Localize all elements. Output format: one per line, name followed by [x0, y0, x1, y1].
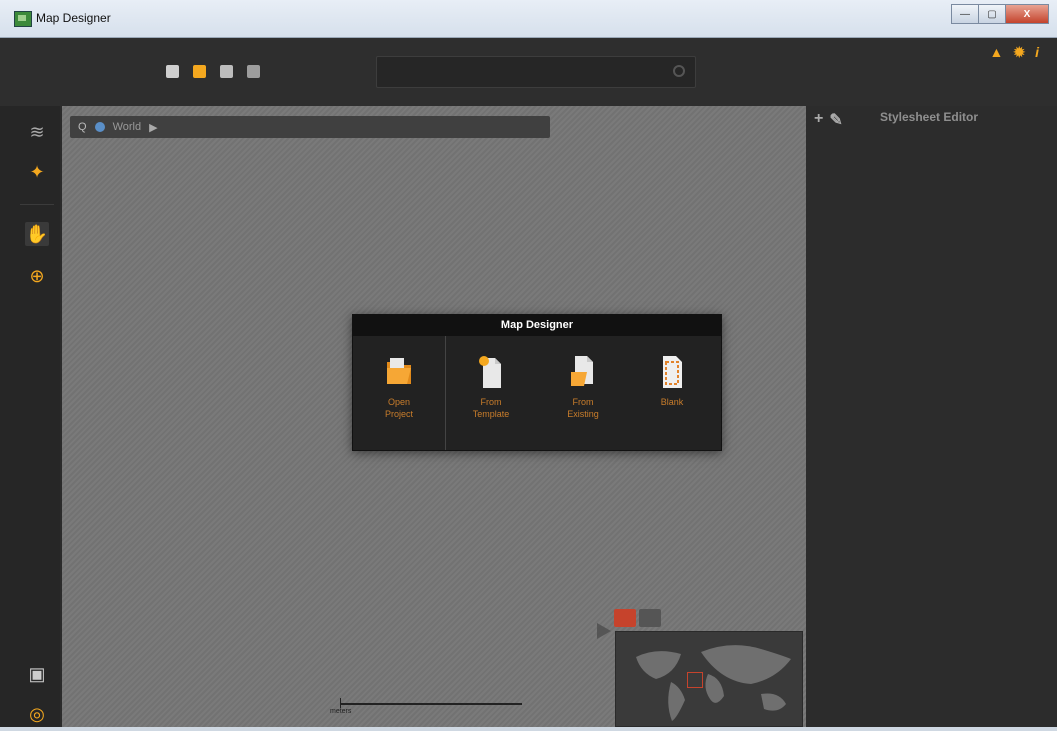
- scale-bar: [340, 703, 522, 705]
- window-title: Map Designer: [36, 11, 111, 25]
- zoom-icon[interactable]: ⊕: [25, 264, 49, 288]
- globe-icon: [94, 122, 105, 132]
- settings-icon[interactable]: ✹: [1013, 44, 1025, 61]
- breadcrumb: Q World ▶: [70, 116, 550, 138]
- save-icon[interactable]: [220, 65, 233, 78]
- close-button[interactable]: X: [1005, 4, 1049, 24]
- breadcrumb-world[interactable]: World: [113, 121, 142, 133]
- minimap-viewport[interactable]: [687, 672, 703, 688]
- map-canvas[interactable]: Q World ▶ Map Designer Open Project From…: [62, 106, 806, 727]
- panel-title: Stylesheet Editor: [880, 110, 979, 124]
- title-bar: Map Designer — ▢ X: [0, 0, 1057, 38]
- rail-divider: [20, 204, 54, 205]
- option-label-line1: Blank: [660, 397, 684, 407]
- option-label-line1: From: [572, 397, 594, 407]
- app-window: Map Designer — ▢ X ▲ ✹ i ≋ ✦ ✋ ⊕ ▣ ◎ Q W…: [0, 0, 1057, 727]
- toolbar-tools: [166, 65, 260, 78]
- search-input[interactable]: [376, 56, 696, 88]
- open-project-option[interactable]: Open Project: [364, 354, 434, 420]
- info-icon[interactable]: i: [1035, 44, 1039, 61]
- existing-file-icon: [569, 354, 597, 390]
- dialog-separator: [445, 336, 446, 450]
- option-label-line1: Open: [387, 397, 411, 407]
- minimap-tab-map-icon[interactable]: [614, 609, 636, 627]
- zoom-search-icon[interactable]: Q: [78, 121, 87, 133]
- left-toolbar: ≋ ✦ ✋ ⊕ ▣ ◎: [0, 106, 60, 727]
- alert-icon[interactable]: ▲: [990, 44, 1004, 61]
- map-preview-icon[interactable]: ◎: [25, 702, 49, 726]
- top-right-actions: ▲ ✹ i: [990, 44, 1039, 61]
- scale-label: meters: [330, 708, 352, 715]
- layers-icon[interactable]: ≋: [25, 120, 49, 144]
- option-label-line1: From: [480, 397, 502, 407]
- dialog-title: Map Designer: [353, 315, 721, 336]
- blank-file-icon: [658, 354, 686, 390]
- from-template-option[interactable]: From Template: [456, 354, 526, 420]
- minimap-toggle-icon[interactable]: [597, 623, 611, 639]
- start-dialog: Map Designer Open Project From Template: [352, 314, 722, 451]
- app-icon: [14, 11, 32, 27]
- scale-tick: [340, 698, 341, 708]
- pin-icon[interactable]: ✦: [25, 160, 49, 184]
- top-toolbar: ▲ ✹ i: [0, 38, 1057, 106]
- add-icon[interactable]: +: [814, 110, 823, 130]
- option-label-line2: Existing: [567, 409, 599, 419]
- panel-controls: + ✎: [814, 110, 843, 130]
- minimize-button[interactable]: —: [951, 4, 979, 24]
- open-folder-icon[interactable]: [193, 65, 206, 78]
- search-icon[interactable]: [673, 65, 685, 77]
- minimap-tabs: [614, 609, 661, 627]
- from-existing-option[interactable]: From Existing: [548, 354, 618, 420]
- pan-hand-icon[interactable]: ✋: [25, 222, 49, 246]
- minimap-tab-photo-icon[interactable]: [639, 609, 661, 627]
- template-file-icon: [477, 354, 505, 390]
- chevron-right-icon[interactable]: ▶: [149, 121, 157, 134]
- export-icon[interactable]: ▣: [25, 662, 49, 686]
- dialog-body: Open Project From Template From Existing: [353, 336, 721, 450]
- open-folder-icon: [385, 354, 413, 390]
- save-as-icon[interactable]: [247, 65, 260, 78]
- option-label-line2: Project: [384, 409, 413, 419]
- edit-icon[interactable]: ✎: [829, 110, 842, 130]
- stylesheet-panel: + ✎ Stylesheet Editor: [806, 106, 1057, 727]
- window-controls: — ▢ X: [951, 4, 1049, 24]
- overview-minimap[interactable]: [615, 631, 803, 727]
- new-project-icon[interactable]: [166, 65, 179, 78]
- maximize-button[interactable]: ▢: [978, 4, 1006, 24]
- option-label-line2: Template: [472, 409, 510, 419]
- blank-option[interactable]: Blank: [637, 354, 707, 408]
